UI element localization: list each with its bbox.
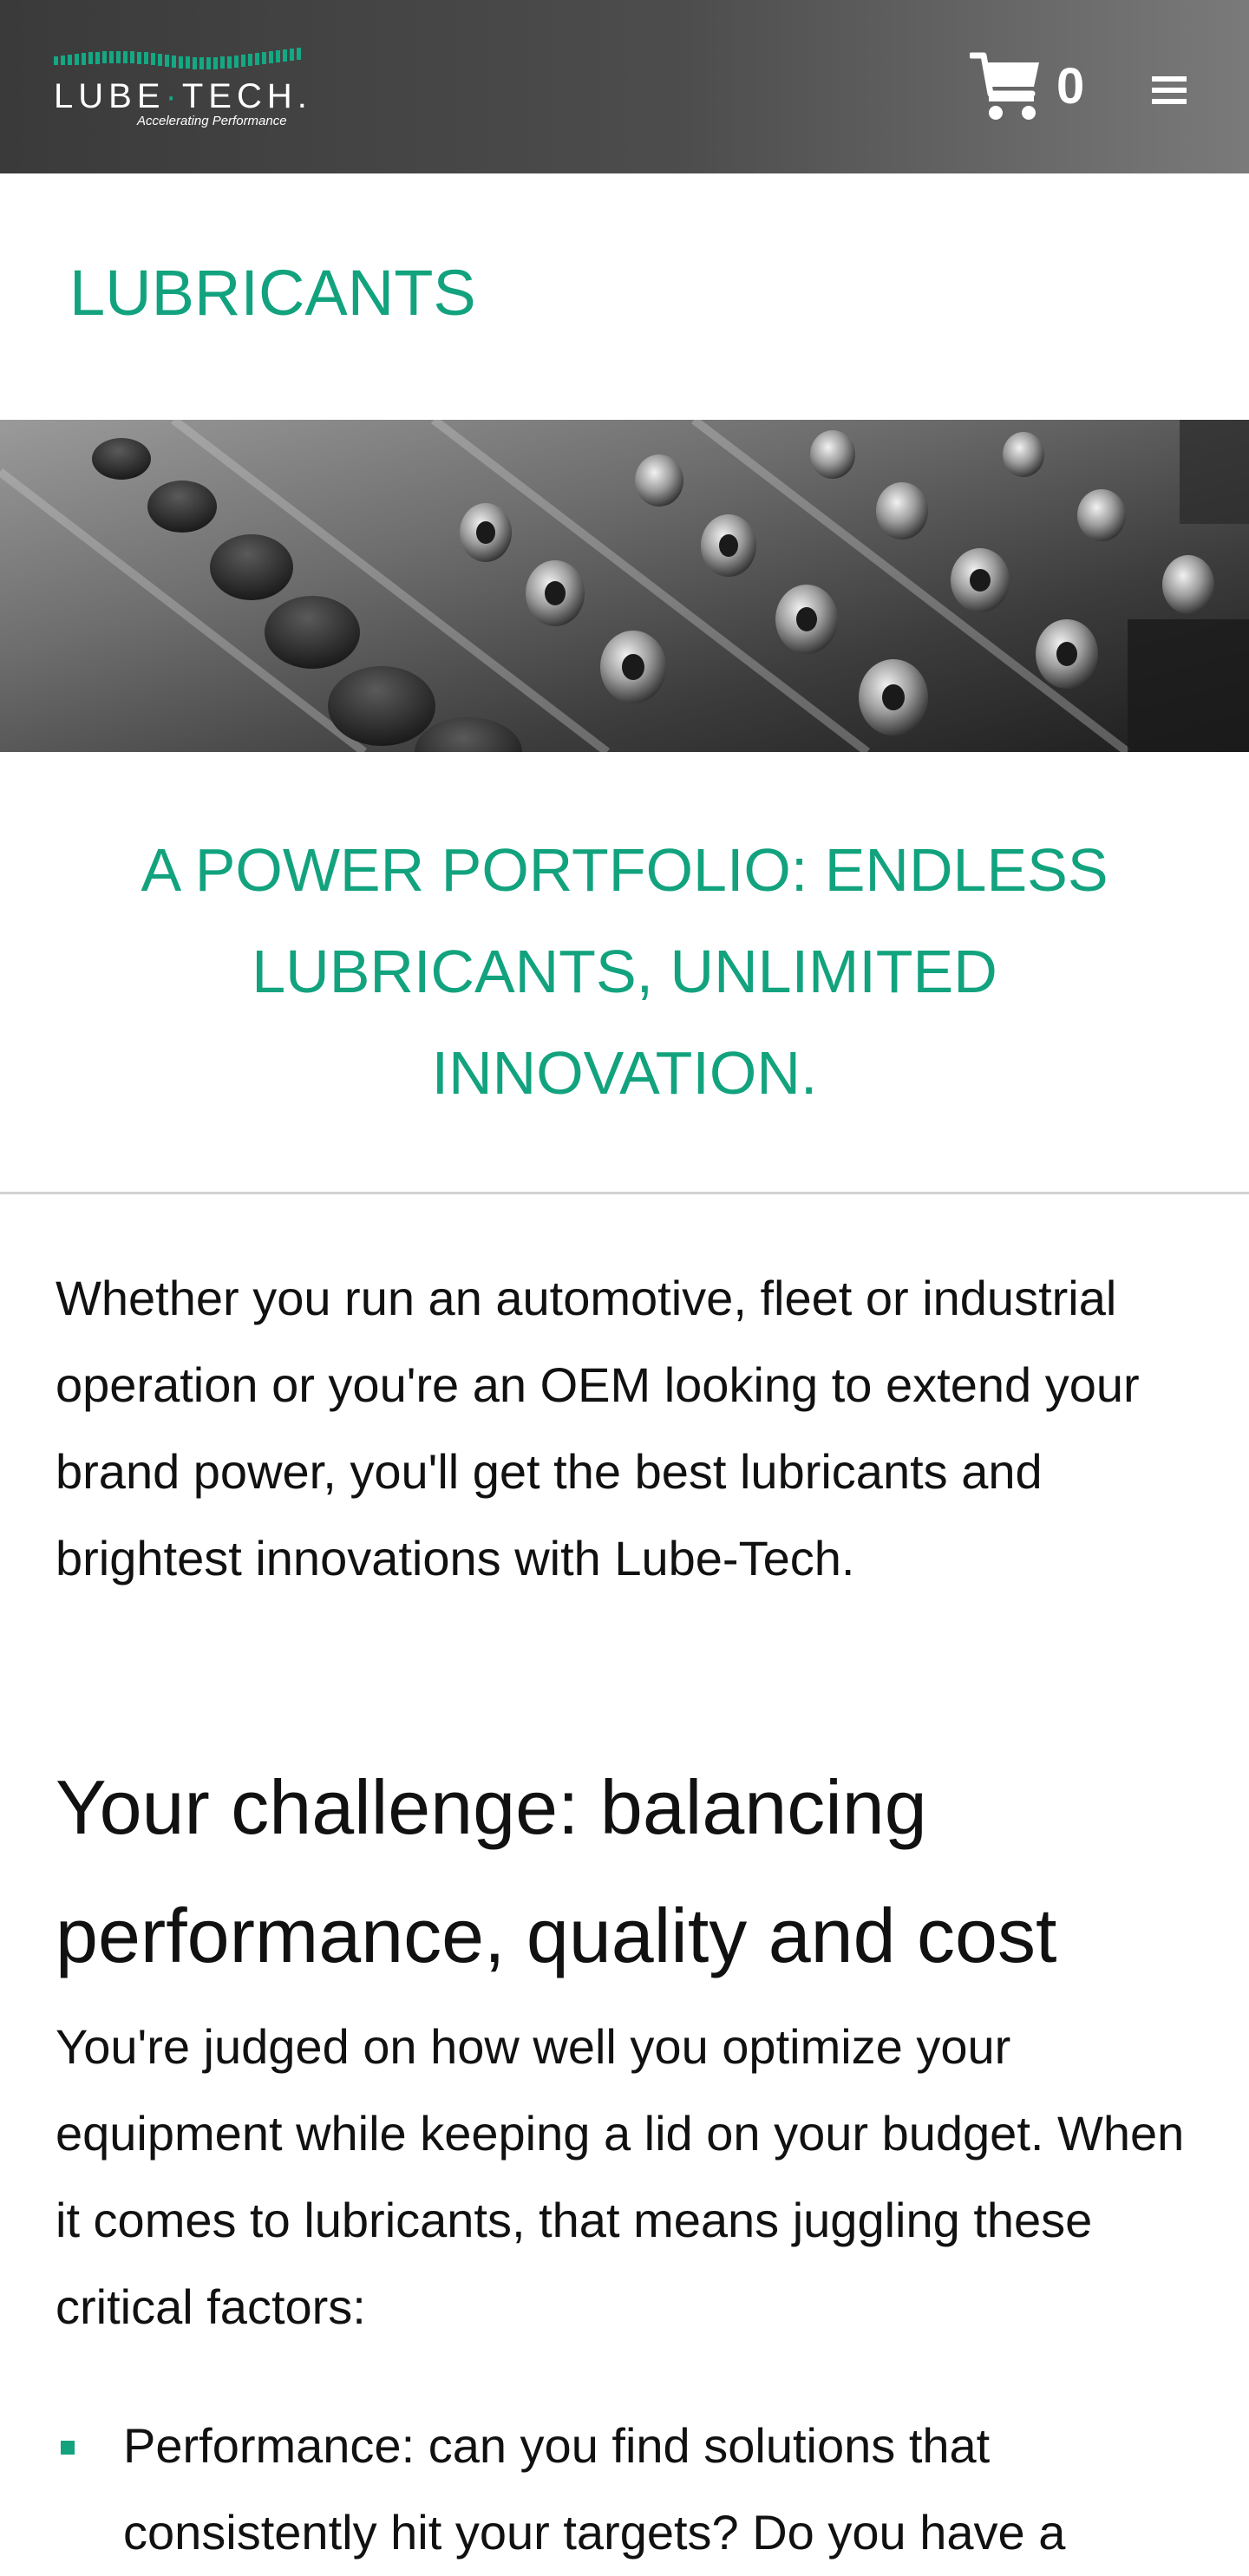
list-item-text: Performance: can you find solutions that…: [123, 2418, 1066, 2560]
page-title: LUBRICANTS: [69, 257, 476, 329]
tagline-heading: A POWER PORTFOLIO: ENDLESS LUBRICANTS, U…: [141, 836, 1108, 1107]
logo-tagline: Accelerating Performance: [137, 114, 287, 128]
crankshafts-photo: [0, 420, 1249, 752]
intro-paragraph: Whether you run an automotive, fleet or …: [56, 1271, 1140, 1585]
section-divider: [0, 1192, 1249, 1194]
menu-line: [1152, 88, 1187, 93]
logo-wordmark-left: LUBE: [54, 77, 166, 115]
shopping-cart-icon: [970, 52, 1039, 120]
logo-wordmark-dot: ·: [165, 77, 182, 115]
menu-line: [1152, 99, 1187, 104]
logo-wordmark-right: TECH.: [181, 77, 312, 115]
challenge-paragraph: You're judged on how well you optimize y…: [56, 2019, 1185, 2334]
factors-list: Performance: can you find solutions that…: [56, 2403, 1209, 2576]
menu-line: [1152, 76, 1187, 82]
bullet-square-icon: [61, 2441, 75, 2455]
logo-arc-dashes: [54, 48, 301, 69]
list-item: Performance: can you find solutions that…: [56, 2403, 1209, 2576]
site-header: LUBE·TECH. Accelerating Performance 0: [0, 0, 1249, 173]
cart-count: 0: [1056, 58, 1085, 114]
logo-wordmark: LUBE·TECH.: [54, 77, 312, 116]
cart-button[interactable]: 0: [970, 50, 1091, 125]
hero-image: [0, 420, 1249, 752]
lube-tech-logo[interactable]: LUBE·TECH. Accelerating Performance: [52, 48, 307, 130]
challenge-heading: Your challenge: balancing performance, q…: [56, 1764, 1057, 1978]
hamburger-menu-icon[interactable]: [1152, 76, 1187, 106]
